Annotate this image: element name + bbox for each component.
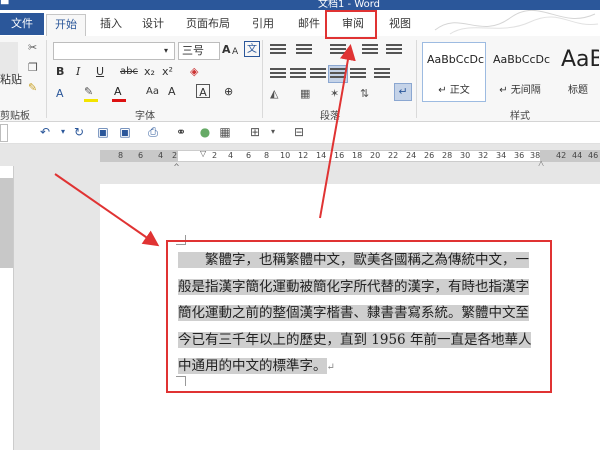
- arrow-to-review-tab: [319, 44, 356, 219]
- arrow-to-text: [54, 173, 160, 247]
- annotation-arrows: [54, 44, 356, 247]
